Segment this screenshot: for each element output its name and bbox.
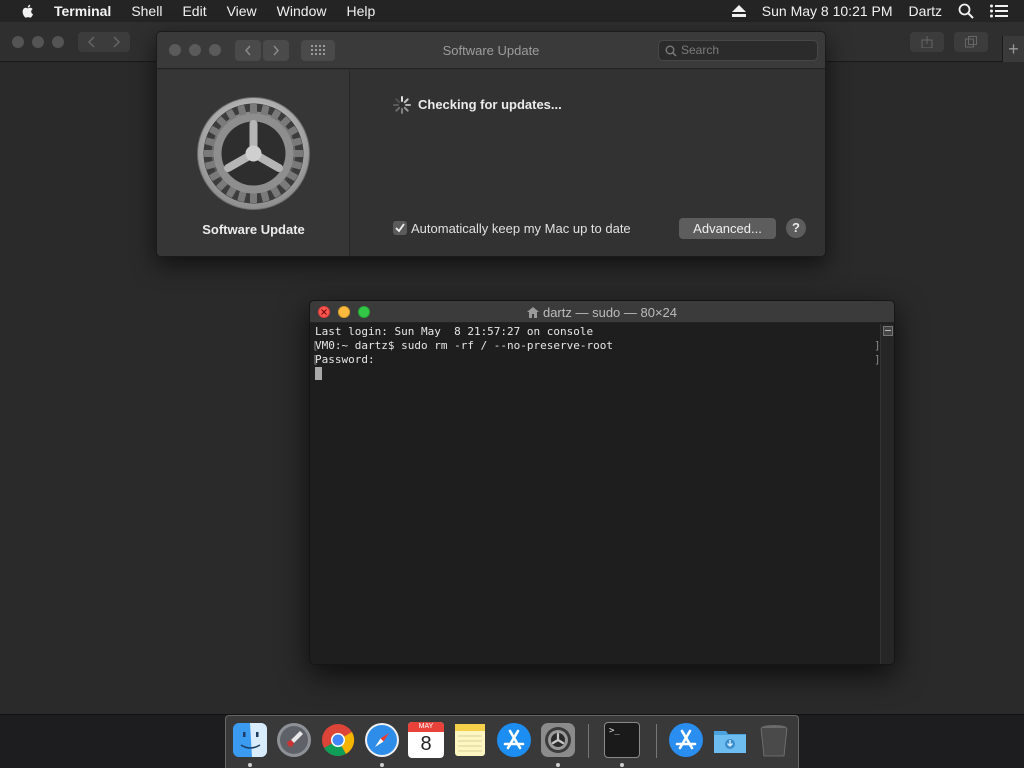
safari-icon[interactable]	[364, 722, 400, 758]
notification-center-icon[interactable]	[990, 4, 1008, 18]
bg-new-tab-button[interactable]: +	[1002, 36, 1024, 62]
dock-separator	[588, 724, 589, 758]
checkmark-icon	[395, 223, 405, 233]
menu-app-terminal[interactable]: Terminal	[54, 3, 111, 19]
menu-view[interactable]: View	[227, 3, 257, 19]
chevron-left-right-icon	[87, 36, 121, 48]
terminal-scrollbar[interactable]	[880, 324, 894, 664]
chrome-icon[interactable]	[320, 722, 356, 758]
safari-running-indicator	[380, 763, 384, 767]
bg-minimize-button[interactable]	[32, 36, 44, 48]
menu-bar: Terminal Shell Edit View Window Help Sun…	[0, 0, 1024, 22]
bg-tabs-button[interactable]	[954, 32, 988, 52]
menubar-user[interactable]: Dartz	[909, 3, 942, 19]
bg-zoom-button[interactable]	[52, 36, 64, 48]
help-button[interactable]: ?	[786, 218, 806, 238]
terminal-cursor	[315, 367, 322, 380]
line-mark-left: [	[312, 353, 319, 366]
terminal-line: VM0:~ dartz$ sudo rm -rf / --no-preserve…	[315, 339, 614, 352]
terminal-running-indicator	[620, 763, 624, 767]
tabs-icon	[965, 36, 977, 48]
app-store-icon[interactable]	[496, 722, 532, 758]
split-pane-button[interactable]	[883, 326, 893, 336]
auto-update-checkbox[interactable]	[393, 221, 407, 235]
trash-icon[interactable]	[756, 722, 792, 758]
software-update-pane-label: Software Update	[202, 222, 305, 237]
dock: MAY 8 >_	[225, 715, 799, 768]
software-update-window: Software Update Search Software Update C…	[156, 31, 826, 257]
finder-icon[interactable]	[232, 722, 268, 758]
calendar-day: 8	[420, 733, 432, 755]
launchpad-icon[interactable]	[276, 722, 312, 758]
finder-running-indicator	[248, 763, 252, 767]
software-update-sidebar: Software Update	[157, 70, 350, 256]
notes-icon[interactable]	[452, 722, 488, 758]
system-preferences-running-indicator	[556, 763, 560, 767]
loading-spinner-icon	[393, 96, 411, 114]
auto-update-label[interactable]: Automatically keep my Mac up to date	[411, 221, 631, 236]
terminal-cursor-line	[315, 367, 880, 382]
bg-close-button[interactable]	[12, 36, 24, 48]
update-status-text: Checking for updates...	[418, 97, 562, 112]
software-update-titlebar: Software Update Search	[157, 32, 825, 69]
menu-shell[interactable]: Shell	[131, 3, 162, 19]
spotlight-search-icon[interactable]	[958, 3, 974, 19]
terminal-window: dartz — sudo — 80×24 Last login: Sun May…	[309, 300, 895, 665]
terminal-app-icon[interactable]: >_	[604, 722, 640, 758]
preferences-search-field[interactable]: Search	[658, 40, 818, 61]
advanced-button[interactable]: Advanced...	[679, 218, 776, 239]
apple-menu-icon[interactable]	[20, 3, 36, 19]
terminal-content[interactable]: Last login: Sun May 8 21:57:27 on consol…	[310, 324, 880, 664]
software-update-gear-icon	[197, 97, 310, 210]
bg-share-button[interactable]	[910, 32, 944, 52]
terminal-line: Password:	[315, 353, 375, 366]
calendar-month: MAY	[408, 722, 444, 732]
system-preferences-icon[interactable]	[540, 722, 576, 758]
eject-icon[interactable]	[731, 5, 746, 17]
applications-folder-icon[interactable]	[668, 722, 704, 758]
terminal-app-icon-prompt: >_	[609, 726, 620, 736]
line-mark-left: [	[312, 339, 319, 352]
terminal-titlebar: dartz — sudo — 80×24	[310, 301, 894, 323]
terminal-line: Last login: Sun May 8 21:57:27 on consol…	[315, 325, 594, 338]
menu-window[interactable]: Window	[277, 3, 327, 19]
downloads-folder-icon[interactable]	[712, 722, 748, 758]
share-icon	[921, 36, 933, 48]
terminal-title: dartz — sudo — 80×24	[310, 305, 894, 320]
menu-edit[interactable]: Edit	[182, 3, 206, 19]
bg-back-forward-buttons[interactable]	[78, 32, 130, 52]
calendar-icon[interactable]: MAY 8	[408, 722, 444, 758]
terminal-title-text: dartz — sudo — 80×24	[542, 305, 678, 320]
home-folder-icon	[526, 307, 539, 318]
dock-separator	[656, 724, 657, 758]
search-icon	[665, 45, 677, 57]
search-placeholder: Search	[681, 43, 720, 57]
menubar-clock[interactable]: Sun May 8 10:21 PM	[762, 3, 893, 19]
menu-help[interactable]: Help	[346, 3, 375, 19]
